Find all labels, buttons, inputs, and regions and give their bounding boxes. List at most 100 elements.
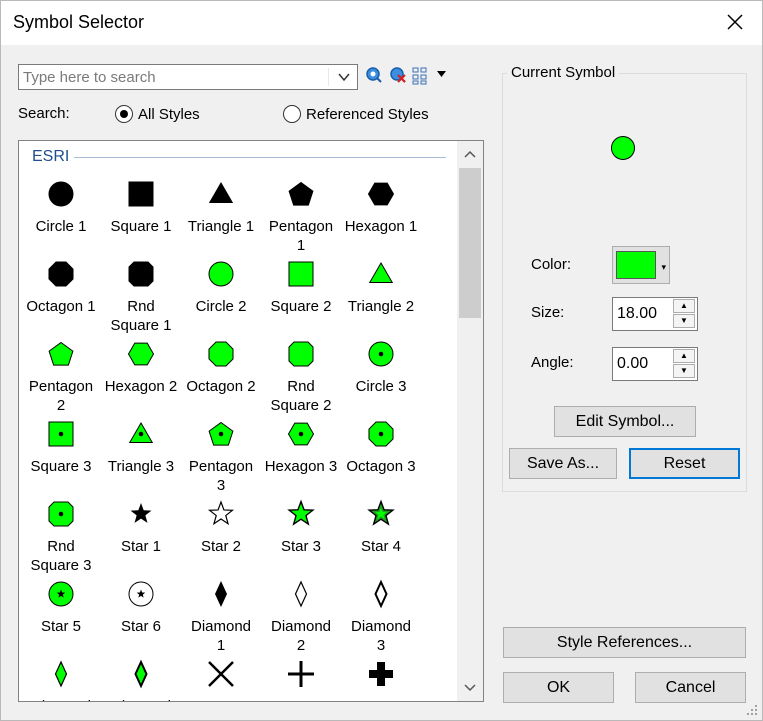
square-green-icon [288,261,314,287]
symbol-item[interactable]: Rnd Square 1 [101,259,181,335]
circle-white-star-icon [128,581,154,607]
symbol-item[interactable]: Star 4 [341,499,421,556]
view-options-icon[interactable] [411,65,447,85]
symbol-label: Octagon 3 [346,458,416,475]
symbol-item[interactable]: Star 2 [181,499,261,556]
symbol-item[interactable]: Rnd Square 2 [261,339,341,415]
symbol-label: Rnd Square 1 [110,298,172,334]
size-input[interactable] [614,299,670,329]
symbol-label: Hexagon 3 [264,458,338,475]
symbol-label: Triangle 2 [347,298,415,315]
symbol-label: Cross 1 [261,697,341,701]
symbol-item[interactable]: Pentagon 3 [181,419,261,495]
symbol-item[interactable]: Hexagon 2 [101,339,181,396]
search-scope-label: Search: [18,105,70,122]
symbol-label: Star 3 [280,538,322,555]
symbol-item[interactable]: Diamond [21,659,101,701]
circle-green-dot-icon [368,341,394,367]
symbol-item[interactable]: Octagon 1 [21,259,101,316]
radio-all-styles[interactable]: All Styles [115,105,200,123]
symbol-item[interactable]: Octagon 3 [341,419,421,476]
symbol-item[interactable]: Pentagon 2 [21,339,101,415]
style-references-button[interactable]: Style References... [503,627,746,658]
vertical-scrollbar[interactable] [457,141,483,701]
symbol-label: Hexagon 2 [104,378,178,395]
radio-all-styles-circle[interactable] [115,105,133,123]
cancel-button[interactable]: Cancel [635,672,746,703]
symbol-item[interactable]: Diamond [101,659,181,701]
angle-down-arrow-icon[interactable]: ▼ [673,364,695,378]
symbol-item[interactable]: Circle 1 [21,179,101,236]
current-symbol-title: Current Symbol [507,64,620,81]
symbol-label: Pentagon 2 [28,378,94,414]
scrollbar-thumb[interactable] [459,168,481,318]
symbol-item[interactable]: Star 3 [261,499,341,556]
symbol-item[interactable]: Star 5 [21,579,101,636]
resize-grip-icon[interactable] [746,704,758,716]
symbol-item[interactable]: Star 6 [101,579,181,636]
scroll-down-icon[interactable] [460,678,480,698]
radio-all-styles-label: All Styles [138,105,200,123]
circle-green-icon [208,261,234,287]
search-icon[interactable] [364,65,384,85]
rounded-square-green-icon [288,341,314,367]
angle-input[interactable] [614,349,670,379]
symbol-item[interactable]: Square 3 [21,419,101,476]
symbol-selector-dialog: Symbol Selector Search: All Styles [0,0,763,721]
symbol-item[interactable]: Hexagon 1 [341,179,421,236]
symbol-item[interactable]: Pentagon 1 [261,179,341,255]
symbol-item[interactable]: Circle 3 [341,339,421,396]
color-dropdown-caret-icon: ▾ [661,262,666,272]
symbol-label: Circle 1 [35,218,87,235]
symbol-item[interactable]: Rnd Square 3 [21,499,101,575]
close-icon[interactable] [722,9,748,35]
symbol-item[interactable]: Triangle 2 [341,259,421,316]
symbol-item[interactable]: Triangle 3 [101,419,181,476]
edit-symbol-button[interactable]: Edit Symbol... [554,406,696,437]
rounded-square-green-dot-icon [48,501,74,527]
symbol-item[interactable]: Triangle 1 [181,179,261,236]
symbol-label: Diamond 2 [270,618,332,654]
triangle-green-icon [368,262,394,283]
radio-referenced-styles-circle[interactable] [283,105,301,123]
symbol-item[interactable]: Star 1 [101,499,181,556]
symbol-label: Triangle 1 [187,218,255,235]
symbol-item[interactable]: Hexagon 3 [261,419,341,476]
symbol-label: Star 4 [360,538,402,555]
symbol-item[interactable]: Cross 2 [341,659,421,701]
symbol-item[interactable]: Diamond 3 [341,579,421,655]
symbol-item[interactable]: Octagon 2 [181,339,261,396]
symbol-label: Circle 3 [355,378,407,395]
angle-up-arrow-icon[interactable]: ▲ [673,349,695,363]
scroll-up-icon[interactable] [460,144,480,164]
save-as-button[interactable]: Save As... [509,448,617,479]
triangle-green-dot-icon [128,422,154,443]
diamond-green-outline-icon [134,659,148,689]
symbol-item[interactable]: Diamond 1 [181,579,261,655]
size-down-arrow-icon[interactable]: ▼ [673,314,695,328]
reset-button[interactable]: Reset [629,448,740,479]
clear-search-icon[interactable] [388,65,408,85]
symbol-gallery: ESRI Circle 1 Square 1 Triangle 1 Pentagon 1… [18,140,484,702]
symbol-label: Hexagon 1 [344,218,418,235]
hexagon-green-icon [127,342,155,366]
rounded-square-black-icon [128,261,154,287]
symbol-item[interactable]: Cross 1 [261,659,341,701]
group-divider [74,157,446,158]
search-input[interactable] [20,66,328,88]
symbol-item[interactable]: Circle 2 [181,259,261,316]
size-up-arrow-icon[interactable]: ▲ [673,299,695,313]
symbol-item[interactable]: X [181,659,261,701]
angle-stepper: ▲ ▼ [612,347,698,381]
symbol-item[interactable]: Square 1 [101,179,181,236]
radio-referenced-styles[interactable]: Referenced Styles [283,105,429,123]
color-picker-button[interactable]: ▾ [612,246,670,284]
symbol-item[interactable]: Diamond 2 [261,579,341,655]
symbol-label: Cross 2 [341,697,421,701]
symbol-label: Rnd Square 2 [270,378,332,414]
size-stepper: ▲ ▼ [612,297,698,331]
symbol-item[interactable]: Square 2 [261,259,341,316]
octagon-black-icon [48,261,74,287]
chevron-down-icon[interactable] [331,65,357,89]
ok-button[interactable]: OK [503,672,614,703]
